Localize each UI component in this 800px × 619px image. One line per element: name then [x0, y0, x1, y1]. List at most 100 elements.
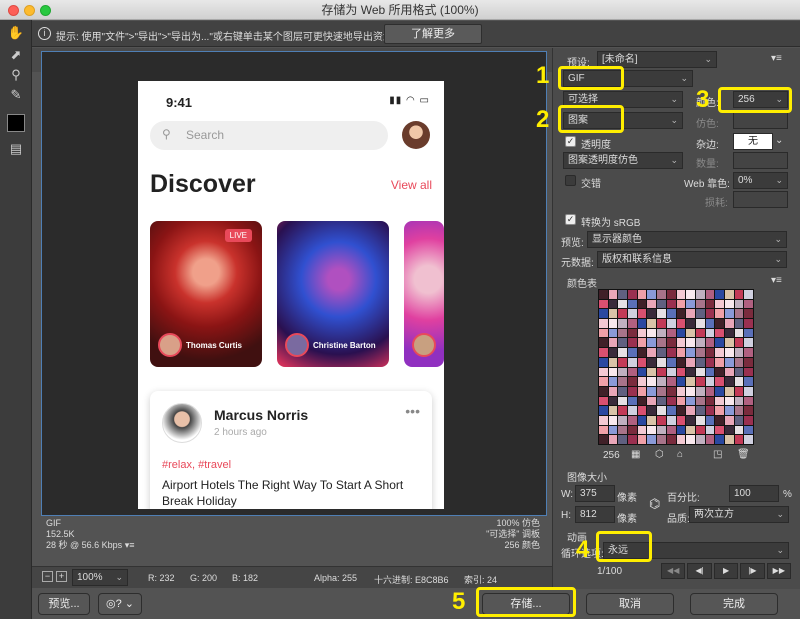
color-swatch[interactable] [724, 290, 734, 299]
story-card-thomas[interactable]: LIVE Thomas Curtis [150, 221, 262, 367]
color-swatch[interactable] [715, 299, 724, 309]
color-swatch[interactable] [705, 425, 715, 435]
color-swatch[interactable] [608, 299, 618, 309]
slice-select-tool-icon[interactable]: ⬈ [6, 46, 26, 64]
color-swatch[interactable] [676, 367, 686, 377]
color-swatch[interactable] [637, 396, 647, 406]
color-swatch[interactable] [647, 357, 657, 367]
color-swatch[interactable] [599, 435, 608, 444]
color-swatch[interactable] [676, 415, 686, 425]
color-swatch[interactable] [676, 357, 686, 367]
color-swatch[interactable] [715, 309, 724, 319]
color-swatch[interactable] [686, 396, 695, 406]
zoom-tool-icon[interactable]: ⚲ [6, 66, 26, 84]
color-swatch[interactable] [637, 309, 647, 319]
web-snap-select[interactable]: 0% ⌄ [733, 172, 788, 189]
color-swatch[interactable] [647, 425, 657, 435]
color-swatch[interactable] [628, 377, 637, 386]
color-swatch[interactable] [666, 319, 676, 328]
color-swatch[interactable] [666, 367, 676, 377]
color-swatch[interactable] [686, 435, 695, 444]
color-swatch[interactable] [676, 328, 686, 338]
eyedropper-color-swatch[interactable] [7, 114, 25, 132]
color-swatch[interactable] [599, 299, 608, 309]
color-swatch[interactable] [618, 396, 628, 406]
panel-menu-icon[interactable]: ▾≡ [771, 53, 782, 64]
color-swatch[interactable] [705, 396, 715, 406]
color-swatch[interactable] [686, 406, 695, 415]
color-swatch[interactable] [734, 299, 744, 309]
color-swatch[interactable] [724, 435, 734, 444]
color-swatch[interactable] [608, 319, 618, 328]
color-swatch[interactable] [608, 367, 618, 377]
color-swatch[interactable] [695, 338, 705, 348]
color-swatch[interactable] [618, 299, 628, 309]
play-icon[interactable]: ▶ [713, 563, 739, 579]
color-swatch[interactable] [618, 406, 628, 415]
color-swatch[interactable] [724, 377, 734, 386]
color-swatch[interactable] [686, 338, 695, 348]
color-swatch[interactable] [647, 377, 657, 386]
color-swatch[interactable] [724, 415, 734, 425]
color-swatch[interactable] [666, 299, 676, 309]
color-swatch[interactable] [705, 348, 715, 357]
color-swatch[interactable] [657, 357, 666, 367]
color-table-menu-icon[interactable]: ▾≡ [771, 275, 782, 286]
color-swatch[interactable] [676, 348, 686, 357]
color-swatch[interactable] [657, 425, 666, 435]
color-swatch[interactable] [676, 406, 686, 415]
color-swatch[interactable] [628, 367, 637, 377]
color-swatch[interactable] [734, 338, 744, 348]
color-swatch[interactable] [715, 386, 724, 396]
color-swatch[interactable] [686, 290, 695, 299]
color-swatch[interactable] [657, 299, 666, 309]
color-swatch[interactable] [686, 415, 695, 425]
color-swatch[interactable] [744, 415, 753, 425]
color-swatch[interactable] [744, 396, 753, 406]
color-swatch[interactable] [599, 338, 608, 348]
post-tags[interactable]: #relax, #travel [162, 459, 231, 471]
color-swatch[interactable] [647, 328, 657, 338]
color-swatch[interactable] [695, 435, 705, 444]
color-swatch[interactable] [608, 328, 618, 338]
color-swatch[interactable] [695, 309, 705, 319]
color-swatch[interactable] [608, 357, 618, 367]
color-swatch[interactable] [647, 406, 657, 415]
profile-avatar[interactable] [402, 121, 430, 149]
color-swatch[interactable] [715, 435, 724, 444]
color-swatch[interactable] [705, 435, 715, 444]
color-swatch[interactable] [715, 377, 724, 386]
color-swatch[interactable] [724, 319, 734, 328]
zoom-in-button[interactable]: + [56, 571, 67, 582]
color-swatch[interactable] [666, 348, 676, 357]
color-swatch[interactable] [666, 377, 676, 386]
color-swatch[interactable] [608, 377, 618, 386]
color-swatch[interactable] [618, 386, 628, 396]
color-swatch[interactable] [618, 328, 628, 338]
color-swatch[interactable] [695, 348, 705, 357]
minimize-window-button[interactable] [24, 5, 35, 16]
color-swatch[interactable] [715, 415, 724, 425]
color-swatch[interactable] [715, 290, 724, 299]
color-swatch[interactable] [724, 309, 734, 319]
color-swatch[interactable] [695, 290, 705, 299]
lossy-field[interactable] [733, 191, 788, 208]
convert-srgb-checkbox[interactable]: ✓ [565, 214, 576, 225]
color-swatch[interactable] [695, 328, 705, 338]
color-swatch[interactable] [666, 425, 676, 435]
view-all-link[interactable]: View all [391, 178, 432, 192]
color-swatch[interactable] [734, 367, 744, 377]
color-swatch[interactable] [599, 348, 608, 357]
color-swatch[interactable] [608, 435, 618, 444]
color-swatch[interactable] [637, 386, 647, 396]
color-swatch[interactable] [657, 367, 666, 377]
color-swatch[interactable] [657, 396, 666, 406]
zoom-window-button[interactable] [40, 5, 51, 16]
toggle-slices-icon[interactable]: ▤ [6, 140, 26, 158]
color-swatch[interactable] [599, 367, 608, 377]
color-swatch[interactable] [676, 377, 686, 386]
color-swatch[interactable] [734, 290, 744, 299]
color-swatch[interactable] [734, 425, 744, 435]
color-swatch[interactable] [637, 435, 647, 444]
quality-select[interactable]: 两次立方 ⌄ [689, 506, 789, 523]
